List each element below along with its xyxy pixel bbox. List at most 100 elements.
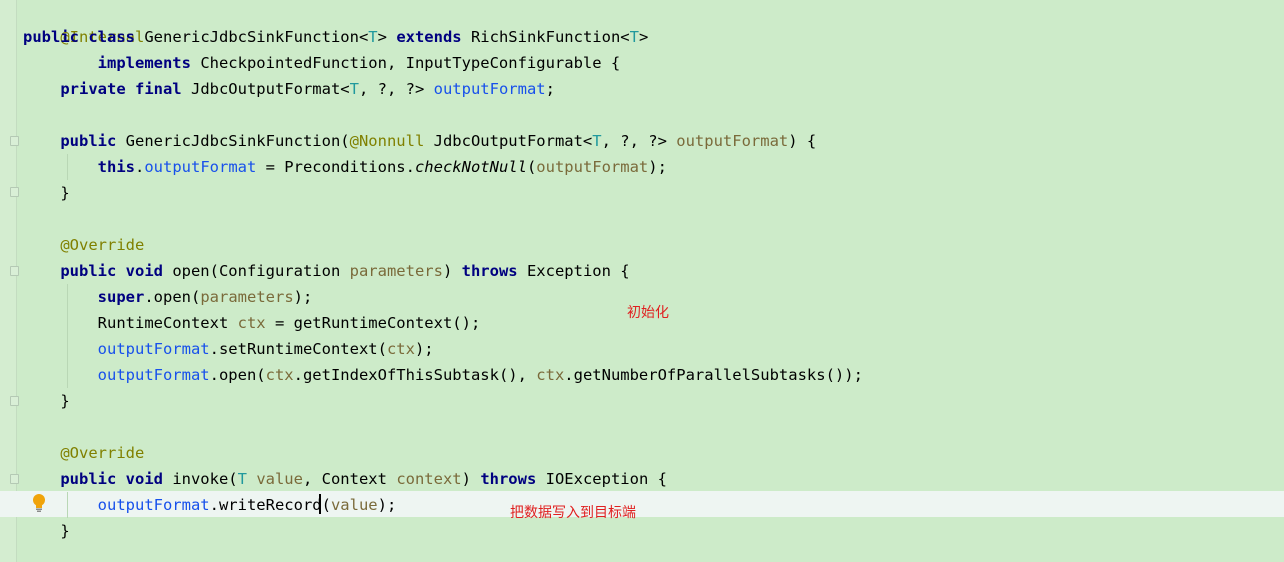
keyword-token: this [23,158,135,176]
init-annotation: 初始化 [627,305,669,321]
code-token: GenericJdbcSinkFunction( [125,132,350,150]
class-name-token: RichSinkFunction< [470,28,630,46]
code-line-18[interactable]: @Override [23,440,144,466]
fold-marker-icon[interactable] [10,396,19,406]
field-token: outputFormat [144,158,257,176]
code-line-1[interactable]: @Internal [23,0,144,46]
fold-marker-icon[interactable] [10,474,19,484]
code-token: > [638,28,649,46]
param-token: outputFormat [676,132,789,150]
code-line-11[interactable]: public void open(Configuration parameter… [23,258,629,284]
code-token: .writeRecord( [209,496,331,514]
code-token: ); [293,288,313,306]
code-line-7[interactable]: this.outputFormat = Preconditions.checkN… [23,154,667,180]
code-token: . [134,158,145,176]
code-token: > [377,28,397,46]
param-token: ctx [265,366,294,384]
keyword-token: throws [480,470,546,488]
code-token: , Context [302,470,397,488]
type-param-token: T [592,132,602,150]
write-annotation: 把数据写入到目标端 [510,505,636,521]
code-token: } [23,522,70,540]
code-token: open(Configuration [172,262,350,280]
type-param-token: T [349,80,359,98]
keyword-token: private final [23,80,191,98]
code-token: ); [648,158,667,176]
param-token: context [396,470,462,488]
code-token: ( [526,158,537,176]
annotation-token: @Nonnull [349,132,434,150]
annotation-token: @Override [23,236,145,254]
param-token: value [330,496,378,514]
code-token: JdbcOutputFormat< [190,80,350,98]
type-param-token: T [368,28,378,46]
code-token: RuntimeContext [23,314,238,332]
class-name-token: GenericJdbcSinkFunction< [144,28,369,46]
code-token: ); [414,340,434,358]
code-token: .getNumberOfParallelSubtasks()); [564,366,863,384]
code-line-14[interactable]: outputFormat.setRuntimeContext(ctx); [23,336,434,362]
code-token: } [23,392,70,410]
fold-marker-icon[interactable] [10,187,19,197]
code-token: ; [545,80,555,98]
code-token: = getRuntimeContext(); [265,314,481,332]
lightbulb-icon[interactable] [31,493,47,513]
code-token: , ?, ?> [601,132,677,150]
fold-marker-icon[interactable] [10,136,19,146]
keyword-token: public [23,132,126,150]
code-line-16[interactable]: } [23,388,70,414]
code-line-13[interactable]: RuntimeContext ctx = getRuntimeContext()… [23,310,481,336]
param-token: ctx [237,314,266,332]
code-token: , ?, ?> [358,80,434,98]
code-token: CheckpointedFunction, InputTypeConfigura… [200,54,621,72]
code-line-15[interactable]: outputFormat.open(ctx.getIndexOfThisSubt… [23,362,863,388]
code-token: invoke( [172,470,238,488]
field-token: outputFormat [97,340,210,358]
code-line-12[interactable]: super.open(parameters); [23,284,313,310]
code-line-21[interactable]: } [23,518,70,544]
param-token: parameters [349,262,443,280]
code-token: .open( [144,288,201,306]
text-caret [319,494,321,514]
field-token: outputFormat [97,496,210,514]
code-token: .getIndexOfThisSubtask(), [293,366,537,384]
code-token: JdbcOutputFormat< [433,132,593,150]
type-param-token: T [629,28,639,46]
code-token: = Preconditions. [256,158,415,176]
keyword-token: extends [396,28,471,46]
type-param-token: T [237,470,257,488]
code-token: .setRuntimeContext( [209,340,387,358]
param-token: value [256,470,303,488]
code-token: ); [377,496,397,514]
code-line-8[interactable]: } [23,180,70,206]
field-token: outputFormat [97,366,210,384]
code-line-10[interactable]: @Override [23,232,144,258]
code-token: ) { [788,132,817,150]
code-line-20[interactable]: outputFormat.writeRecord(value); [23,492,397,518]
keyword-token: implements [23,54,201,72]
field-token: outputFormat [433,80,546,98]
code-line-4[interactable]: private final JdbcOutputFormat<T, ?, ?> … [23,76,555,102]
code-token: ) [442,262,462,280]
code-token: ) [461,470,481,488]
param-token: parameters [200,288,294,306]
code-token: .open( [209,366,266,384]
code-line-2[interactable]: public class GenericJdbcSinkFunction<T> … [23,24,648,50]
code-token: } [23,184,70,202]
keyword-token: public void [23,262,173,280]
fold-marker-icon[interactable] [10,266,19,276]
code-line-19[interactable]: public void invoke(T value, Context cont… [23,466,667,492]
param-token: ctx [386,340,415,358]
method-token: checkNotNull [414,158,527,176]
keyword-token: throws [461,262,527,280]
annotation-token: @Override [23,444,145,462]
keyword-token: public class [23,28,145,46]
code-token: IOException { [545,470,667,488]
code-line-3[interactable]: implements CheckpointedFunction, InputTy… [23,50,621,76]
keyword-token: public void [23,470,173,488]
keyword-token: super [23,288,145,306]
code-editor[interactable]: @Internal public class GenericJdbcSinkFu… [0,0,1284,562]
code-line-6[interactable]: public GenericJdbcSinkFunction(@Nonnull … [23,128,816,154]
